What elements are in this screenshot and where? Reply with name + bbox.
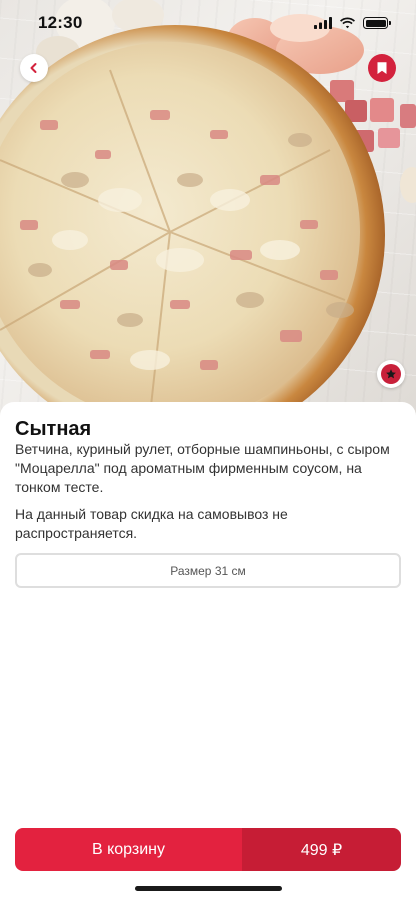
product-details-sheet: Сытная Ветчина, куриный рулет, отборные … [0,402,416,900]
status-icons [314,17,391,29]
status-time: 12:30 [38,13,83,32]
bookmark-button[interactable] [368,54,396,82]
back-button[interactable] [20,54,48,82]
product-title: Сытная [15,418,92,440]
cellular-signal-icon [314,17,332,29]
size-selector-button[interactable]: Размер 31 см [15,553,401,588]
status-bar: 12:30 [0,0,416,46]
size-label: Размер 31 см [170,563,246,578]
battery-icon [363,17,391,29]
product-description: Ветчина, куриный рулет, отборные шампинь… [15,441,390,495]
price-label: 499 ₽ [242,828,401,871]
bookmark-icon [377,62,387,74]
add-to-cart-button[interactable]: В корзину 499 ₽ [15,828,401,871]
home-indicator[interactable] [135,886,282,891]
favorite-badge[interactable] [377,360,405,388]
product-hero-image: 12:30 [0,0,416,420]
chevron-left-icon [30,63,37,73]
add-to-cart-label: В корзину [15,828,242,871]
pizza-photo [0,0,416,420]
favorite-badge-inner [381,364,401,384]
wifi-icon [340,17,355,29]
pickup-discount-notice: На данный товар скидка на самовывоз не р… [15,506,288,541]
star-icon [386,369,396,379]
